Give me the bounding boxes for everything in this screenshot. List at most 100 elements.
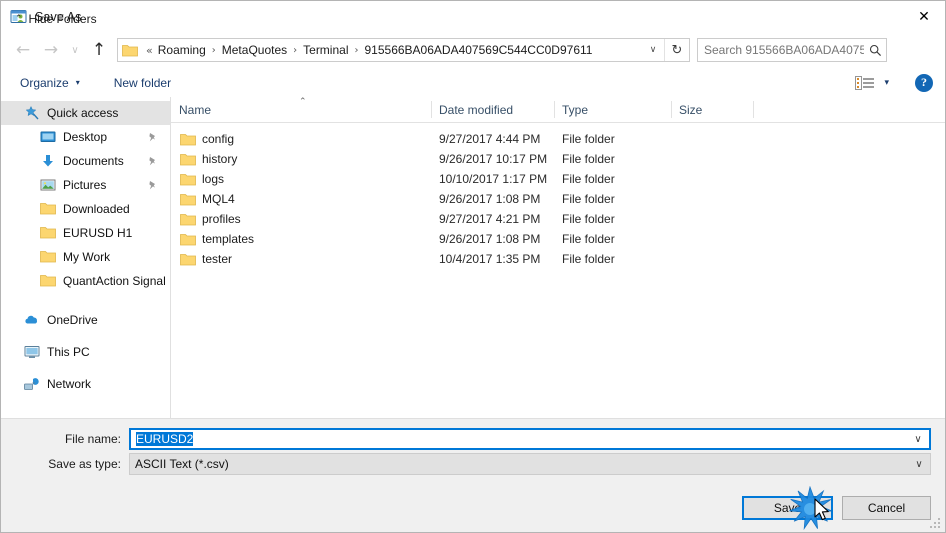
cell-name: templates bbox=[202, 232, 255, 246]
chevron-down-icon: ∨ bbox=[71, 44, 79, 56]
cell-date-modified: 9/26/2017 1:08 PM bbox=[439, 192, 541, 206]
chevron-down-icon[interactable]: ∨ bbox=[908, 459, 930, 470]
save-as-type-combobox[interactable]: ASCII Text (*.csv) ∨ bbox=[129, 453, 931, 475]
table-row[interactable]: tester 10/4/2017 1:35 PM File folder bbox=[171, 249, 945, 269]
save-as-dialog: Save As ✕ ← → ∨ ↑ « Roaming › MetaQuotes… bbox=[0, 0, 946, 533]
cell-date-modified: 10/10/2017 1:17 PM bbox=[439, 172, 548, 186]
new-folder-label: New folder bbox=[113, 75, 172, 90]
sidebar-item-quantaction-signal[interactable]: QuantAction Signal bbox=[1, 269, 170, 293]
cancel-button[interactable]: Cancel bbox=[842, 496, 931, 520]
refresh-button[interactable]: ↻ bbox=[664, 39, 689, 61]
sidebar-item-network[interactable]: Network bbox=[1, 372, 170, 396]
network-icon bbox=[24, 376, 40, 392]
sidebar-item-documents[interactable]: Documents bbox=[1, 149, 170, 173]
forward-button[interactable]: → bbox=[37, 36, 65, 64]
cell-type: File folder bbox=[562, 152, 615, 166]
column-header-size[interactable]: Size bbox=[671, 97, 753, 122]
sidebar-item-pictures[interactable]: Pictures bbox=[1, 173, 170, 197]
pin-icon[interactable] bbox=[147, 180, 158, 191]
breadcrumb-item-metaquotes[interactable]: MetaQuotes bbox=[221, 43, 288, 57]
view-mode-icon[interactable] bbox=[855, 75, 875, 91]
command-bar: Organize ▾ New folder ▾ ? bbox=[1, 68, 945, 98]
sidebar-item-downloaded[interactable]: Downloaded bbox=[1, 197, 170, 221]
pin-icon[interactable] bbox=[147, 132, 158, 143]
hide-folders-label: Hide Folders bbox=[28, 12, 97, 26]
table-row[interactable]: profiles 9/27/2017 4:21 PM File folder bbox=[171, 209, 945, 229]
cell-name: config bbox=[202, 132, 235, 146]
sidebar-item-label: This PC bbox=[47, 345, 90, 359]
breadcrumb-item-terminal-id[interactable]: 915566BA06ADA407569C544CC0D97611 bbox=[364, 43, 594, 57]
cell-type: File folder bbox=[562, 212, 615, 226]
chevron-down-icon[interactable]: ∨ bbox=[907, 434, 929, 445]
sidebar-item-label: Desktop bbox=[63, 130, 108, 144]
breadcrumb-overflow-icon[interactable]: « bbox=[143, 44, 157, 57]
resize-grip-icon[interactable] bbox=[930, 517, 942, 529]
help-button[interactable]: ? bbox=[915, 73, 933, 92]
folder-icon bbox=[180, 132, 196, 146]
folder-icon bbox=[122, 43, 138, 57]
sidebar-item-label: EURUSD H1 bbox=[63, 226, 133, 240]
search-input[interactable]: Search 915566BA06ADA40756... bbox=[704, 43, 864, 57]
folder-icon bbox=[180, 172, 196, 186]
cell-name: tester bbox=[202, 252, 233, 266]
save-as-type-value: ASCII Text (*.csv) bbox=[135, 457, 229, 471]
save-button[interactable]: Save bbox=[742, 496, 833, 520]
cell-name: history bbox=[202, 152, 238, 166]
back-arrow-icon: ← bbox=[15, 40, 31, 60]
close-icon: ✕ bbox=[918, 8, 930, 25]
cell-date-modified: 9/27/2017 4:44 PM bbox=[439, 132, 541, 146]
pictures-icon bbox=[40, 177, 56, 193]
cell-type: File folder bbox=[562, 232, 615, 246]
sidebar-item-label: Downloaded bbox=[63, 202, 130, 216]
view-mode-dropdown-icon[interactable]: ▾ bbox=[884, 78, 889, 88]
table-row[interactable]: templates 9/26/2017 1:08 PM File folder bbox=[171, 229, 945, 249]
recent-locations-button[interactable]: ∨ bbox=[65, 36, 85, 64]
navigation-pane: Quick access Desktop Documents Pictures … bbox=[1, 97, 171, 418]
table-row[interactable]: config 9/27/2017 4:44 PM File folder bbox=[171, 129, 945, 149]
column-divider[interactable] bbox=[753, 101, 754, 118]
cell-type: File folder bbox=[562, 172, 615, 186]
file-name-input[interactable]: EURUSD2 bbox=[136, 432, 907, 446]
folder-icon bbox=[180, 212, 196, 226]
table-row[interactable]: MQL4 9/26/2017 1:08 PM File folder bbox=[171, 189, 945, 209]
breadcrumb-item-roaming[interactable]: Roaming bbox=[157, 43, 207, 57]
back-button[interactable]: ← bbox=[9, 36, 37, 64]
sidebar-item-label: Pictures bbox=[63, 178, 107, 192]
this-pc-icon bbox=[24, 344, 40, 360]
search-box[interactable]: Search 915566BA06ADA40756... bbox=[697, 38, 887, 62]
column-header-label: Date modified bbox=[439, 102, 514, 117]
sidebar-item-this-pc[interactable]: This PC bbox=[1, 340, 170, 364]
breadcrumb-separator-icon[interactable]: › bbox=[350, 45, 364, 56]
table-row[interactable]: history 9/26/2017 10:17 PM File folder bbox=[171, 149, 945, 169]
sidebar-item-desktop[interactable]: Desktop bbox=[1, 125, 170, 149]
breadcrumb-separator-icon[interactable]: › bbox=[288, 45, 302, 56]
up-one-level-button[interactable]: ↑ bbox=[85, 36, 113, 64]
sidebar-item-onedrive[interactable]: OneDrive bbox=[1, 308, 170, 332]
folder-icon bbox=[40, 225, 56, 241]
cell-date-modified: 10/4/2017 1:35 PM bbox=[439, 252, 541, 266]
hide-folders-toggle[interactable]: ⌃ Hide Folders bbox=[15, 12, 97, 26]
close-button[interactable]: ✕ bbox=[901, 1, 945, 32]
new-folder-button[interactable]: New folder bbox=[108, 72, 177, 94]
address-bar[interactable]: « Roaming › MetaQuotes › Terminal › 9155… bbox=[117, 38, 690, 62]
column-header-type[interactable]: Type bbox=[554, 97, 671, 122]
sidebar-item-my-work[interactable]: My Work bbox=[1, 245, 170, 269]
sidebar-item-quick-access[interactable]: Quick access bbox=[1, 101, 170, 125]
organize-label: Organize bbox=[20, 75, 69, 90]
column-header-date-modified[interactable]: Date modified bbox=[431, 97, 554, 122]
file-name-combobox[interactable]: EURUSD2 ∨ bbox=[129, 428, 931, 450]
pin-icon[interactable] bbox=[147, 156, 158, 167]
breadcrumb-separator-icon[interactable]: › bbox=[207, 45, 221, 56]
address-dropdown-button[interactable]: ∨ bbox=[642, 39, 664, 61]
sidebar-item-eurusd-h1[interactable]: EURUSD H1 bbox=[1, 221, 170, 245]
table-row[interactable]: logs 10/10/2017 1:17 PM File folder bbox=[171, 169, 945, 189]
star-pin-icon bbox=[24, 105, 40, 121]
cell-name: profiles bbox=[202, 212, 241, 226]
sidebar-item-label: Network bbox=[47, 377, 92, 391]
file-rows-container: config 9/27/2017 4:44 PM File folder his… bbox=[171, 123, 945, 269]
organize-menu-button[interactable]: Organize ▾ bbox=[14, 72, 86, 94]
breadcrumb-item-terminal[interactable]: Terminal bbox=[302, 43, 349, 57]
desktop-icon bbox=[40, 129, 56, 145]
column-header-name[interactable]: Name bbox=[171, 97, 431, 122]
cell-type: File folder bbox=[562, 252, 615, 266]
